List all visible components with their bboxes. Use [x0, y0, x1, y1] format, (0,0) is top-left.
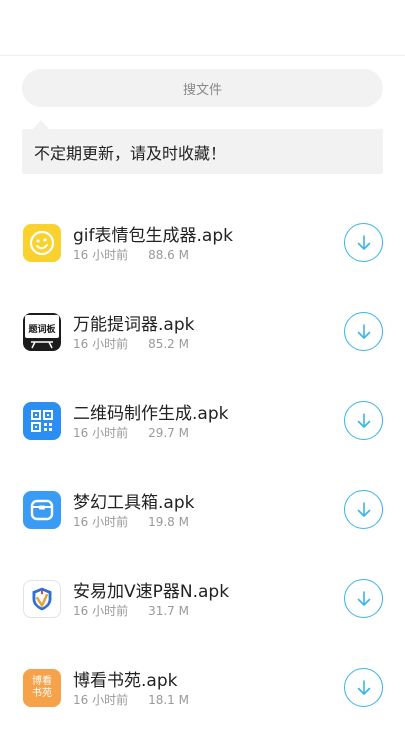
file-size: 85.2 M: [148, 337, 189, 351]
smiley-face-icon: [23, 224, 61, 262]
search-input[interactable]: 搜文件: [22, 69, 383, 107]
notice-banner: 不定期更新，请及时收藏！: [22, 120, 383, 174]
file-item-qrcode[interactable]: 二维码制作生成.apk 16 小时前 29.7 M: [0, 376, 405, 465]
download-arrow-icon: [357, 412, 370, 428]
file-name: gif表情包生成器.apk: [73, 226, 233, 246]
top-bar: [0, 0, 405, 56]
file-item-book[interactable]: 博看 书苑 博看书苑.apk 16 小时前 18.1 M: [0, 643, 405, 732]
file-time: 16 小时前: [73, 248, 129, 262]
download-button[interactable]: [344, 490, 383, 529]
book-logo-text: 博看 书苑: [32, 676, 52, 699]
download-arrow-icon: [357, 679, 370, 695]
file-item-toolbox[interactable]: 梦幻工具箱.apk 16 小时前 19.8 M: [0, 465, 405, 554]
file-meta: 16 小时前 88.6 M: [73, 246, 189, 263]
notice-text: 不定期更新，请及时收藏！: [34, 143, 227, 163]
file-meta: 16 小时前 29.7 M: [73, 424, 189, 441]
qr-code-icon: [23, 402, 61, 440]
book-logo-icon: 博看 书苑: [23, 669, 61, 707]
download-button[interactable]: [344, 312, 383, 351]
file-time: 16 小时前: [73, 515, 129, 529]
teleprompter-icon: 题词板: [23, 313, 61, 351]
file-size: 18.1 M: [148, 693, 189, 707]
search-placeholder: 搜文件: [182, 82, 222, 98]
file-meta: 16 小时前 85.2 M: [73, 335, 189, 352]
download-arrow-icon: [357, 501, 370, 517]
file-time: 16 小时前: [73, 337, 129, 351]
download-arrow-icon: [357, 323, 370, 339]
download-button[interactable]: [344, 401, 383, 440]
file-name: 安易加V速P器N.apk: [73, 582, 230, 602]
file-size: 29.7 M: [148, 426, 189, 440]
file-item-gif[interactable]: gif表情包生成器.apk 16 小时前 88.6 M: [0, 198, 405, 287]
download-arrow-icon: [357, 234, 370, 250]
download-arrow-icon: [357, 590, 370, 606]
teleprompter-icon-text: 题词板: [28, 325, 56, 335]
toolbox-icon: [23, 491, 61, 529]
file-time: 16 小时前: [73, 604, 129, 618]
file-size: 19.8 M: [148, 515, 189, 529]
file-item-teleprompter[interactable]: 题词板 万能提词器.apk 16 小时前 85.2 M: [0, 287, 405, 376]
file-list: gif表情包生成器.apk 16 小时前 88.6 M 题词板 万能提词器.apk…: [0, 198, 405, 732]
file-item-shield[interactable]: 安易加V速P器N.apk 16 小时前 31.7 M: [0, 554, 405, 643]
file-meta: 16 小时前 31.7 M: [73, 602, 189, 619]
file-time: 16 小时前: [73, 693, 129, 707]
file-name: 二维码制作生成.apk: [73, 404, 229, 424]
file-size: 88.6 M: [148, 248, 189, 262]
file-name: 梦幻工具箱.apk: [73, 493, 195, 513]
file-name: 博看书苑.apk: [73, 671, 178, 691]
file-meta: 16 小时前 19.8 M: [73, 513, 189, 530]
download-button[interactable]: [344, 668, 383, 707]
file-time: 16 小时前: [73, 426, 129, 440]
shield-icon: [23, 580, 61, 618]
file-name: 万能提词器.apk: [73, 315, 195, 335]
file-meta: 16 小时前 18.1 M: [73, 691, 189, 708]
file-size: 31.7 M: [148, 604, 189, 618]
download-button[interactable]: [344, 579, 383, 618]
download-button[interactable]: [344, 223, 383, 262]
